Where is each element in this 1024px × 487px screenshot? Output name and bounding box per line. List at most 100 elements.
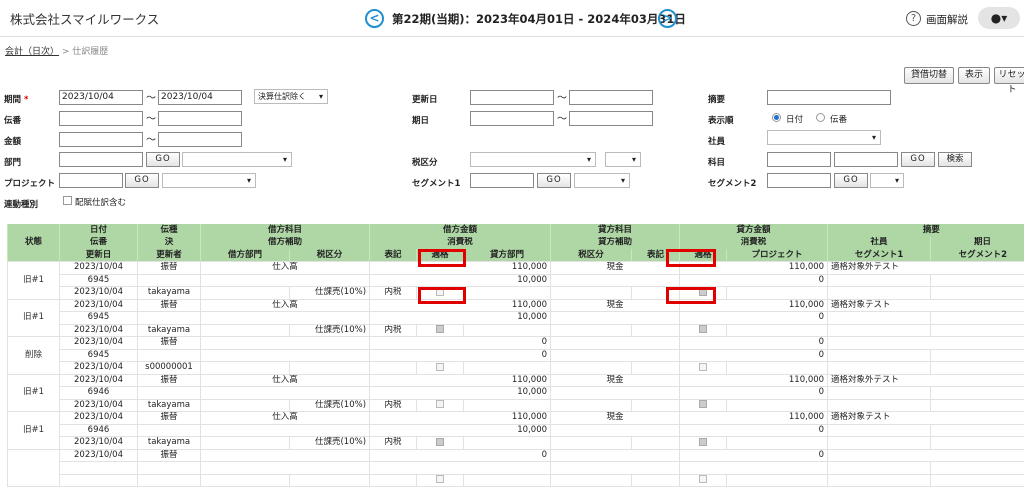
table-row[interactable]: 旧#12023/10/04振替仕入高110,000現金110,000適格対象外テ…	[8, 262, 1024, 275]
help-icon[interactable]: ?	[906, 11, 921, 26]
table-row[interactable]	[8, 462, 1024, 475]
breadcrumb-link-daily[interactable]: 会計（日次）	[5, 47, 59, 57]
journal-history-table: 状態 日付 伝種 借方科目 借方金額 貸方科目 貸方金額 摘要 伝番 決 借方補…	[7, 224, 1024, 487]
dept-select[interactable]	[182, 152, 292, 167]
display-button[interactable]: 表示	[958, 67, 990, 84]
settle-select[interactable]: 決算仕訳除く	[254, 89, 328, 104]
row-seg1	[828, 287, 931, 300]
table-row[interactable]: 694610,0000	[8, 424, 1024, 437]
row-summary: 適格対象外テスト	[828, 374, 1024, 387]
prev-period-button[interactable]: <	[365, 9, 384, 28]
seg2-code-input[interactable]	[767, 173, 831, 188]
amount-to-input[interactable]	[158, 132, 242, 147]
table-row[interactable]: 2023/10/04takayama仕課売(10%)内税	[8, 287, 1024, 300]
voucher-from-input[interactable]	[59, 111, 143, 126]
account-code-input[interactable]	[767, 152, 831, 167]
search-button[interactable]: 検索	[938, 152, 972, 167]
col-credit-dept: 貸方部門	[464, 249, 551, 262]
row-due	[931, 424, 1024, 437]
col-status: 状態	[8, 224, 60, 262]
table-row[interactable]: 2023/10/04s00000001	[8, 362, 1024, 375]
allocation-checkbox[interactable]	[63, 196, 72, 205]
summary-input[interactable]	[767, 90, 891, 105]
row-updated: 2023/10/04	[60, 362, 138, 375]
tax-sub-select[interactable]	[605, 152, 641, 167]
row-credit-notation	[632, 437, 680, 450]
col-project: プロジェクト	[727, 249, 828, 262]
updated-to-input[interactable]	[569, 90, 653, 105]
row-seg2	[931, 474, 1024, 487]
order-date-radio[interactable]	[772, 113, 781, 122]
row-credit-account: 現金	[551, 374, 680, 387]
journal-rows: 旧#12023/10/04振替仕入高110,000現金110,000適格対象外テ…	[8, 262, 1024, 487]
next-period-button[interactable]: >	[658, 9, 677, 28]
table-row[interactable]	[8, 474, 1024, 487]
voucher-to-input[interactable]	[158, 111, 242, 126]
project-code-input[interactable]	[59, 173, 123, 188]
table-row[interactable]: 削除2023/10/04振替00	[8, 337, 1024, 350]
tax-select[interactable]	[470, 152, 596, 167]
row-type: 振替	[138, 262, 201, 275]
due-from-input[interactable]	[470, 111, 554, 126]
row-project	[727, 474, 828, 487]
period-to-input[interactable]: 2023/10/04	[158, 90, 242, 105]
row-credit-tax: 0	[680, 349, 828, 362]
seg2-go-button[interactable]: GO	[834, 173, 868, 188]
row-debit-sub	[201, 387, 370, 400]
row-credit-sub	[551, 312, 680, 325]
row-seg1	[828, 474, 931, 487]
amount-from-input[interactable]	[59, 132, 143, 147]
link-type-label: 連動種別	[4, 198, 38, 210]
updated-from-input[interactable]	[470, 90, 554, 105]
dept-code-input[interactable]	[59, 152, 143, 167]
row-debit-account: 仕入高	[201, 299, 370, 312]
table-row[interactable]: 2023/10/04振替00	[8, 449, 1024, 462]
row-status: 旧#1	[8, 412, 60, 450]
table-row[interactable]: 694610,0000	[8, 387, 1024, 400]
table-row[interactable]: 2023/10/04takayama仕課売(10%)内税	[8, 399, 1024, 412]
user-menu-button[interactable]: ●▾	[978, 7, 1020, 29]
row-credit-qualified	[680, 474, 727, 487]
table-row[interactable]: 694510,0000	[8, 274, 1024, 287]
order-voucher-radio[interactable]	[816, 113, 825, 122]
dept-go-button[interactable]: GO	[146, 152, 180, 167]
table-row[interactable]: 2023/10/04takayama仕課売(10%)内税	[8, 324, 1024, 337]
row-employee	[828, 462, 931, 475]
account-go-button[interactable]: GO	[901, 152, 935, 167]
seg1-go-button[interactable]: GO	[537, 173, 571, 188]
table-row[interactable]: 2023/10/04takayama仕課売(10%)内税	[8, 437, 1024, 450]
row-debit-notation: 内税	[370, 399, 417, 412]
header-row-1: 状態 日付 伝種 借方科目 借方金額 貸方科目 貸方金額 摘要	[8, 224, 1024, 237]
summary-label: 摘要	[708, 93, 725, 105]
seg2-label: セグメント2	[708, 177, 756, 189]
row-credit-sub	[551, 462, 680, 475]
row-type: 振替	[138, 299, 201, 312]
row-debit-amount: 110,000	[370, 374, 551, 387]
table-row[interactable]: 694500	[8, 349, 1024, 362]
seg1-select[interactable]	[574, 173, 630, 188]
seg2-select[interactable]	[870, 173, 904, 188]
due-to-input[interactable]	[569, 111, 653, 126]
row-seg1	[828, 399, 931, 412]
col-credit-account: 貸方科目	[551, 224, 680, 237]
employee-select[interactable]	[767, 130, 881, 145]
row-credit-account	[551, 337, 680, 350]
swap-debit-credit-button[interactable]: 貸借切替	[904, 67, 954, 84]
project-select[interactable]	[162, 173, 256, 188]
row-credit-tax: 0	[680, 312, 828, 325]
account-sub-input[interactable]	[834, 152, 898, 167]
seg1-code-input[interactable]	[470, 173, 534, 188]
table-row[interactable]: 694510,0000	[8, 312, 1024, 325]
help-link[interactable]: 画面解説	[926, 12, 968, 27]
table-row[interactable]: 旧#12023/10/04振替仕入高110,000現金110,000適格対象外テ…	[8, 374, 1024, 387]
project-go-button[interactable]: GO	[125, 173, 159, 188]
period-from-input[interactable]: 2023/10/04	[59, 90, 143, 105]
reset-button[interactable]: リセット	[994, 67, 1024, 84]
row-due	[931, 349, 1024, 362]
table-row[interactable]: 旧#12023/10/04振替仕入高110,000現金110,000適格対象テス…	[8, 299, 1024, 312]
table-row[interactable]: 旧#12023/10/04振替仕入高110,000現金110,000適格対象テス…	[8, 412, 1024, 425]
row-debit-taxcls: 仕課売(10%)	[290, 324, 370, 337]
row-debit-notation	[370, 362, 417, 375]
row-date: 2023/10/04	[60, 262, 138, 275]
row-summary: 適格対象テスト	[828, 299, 1024, 312]
